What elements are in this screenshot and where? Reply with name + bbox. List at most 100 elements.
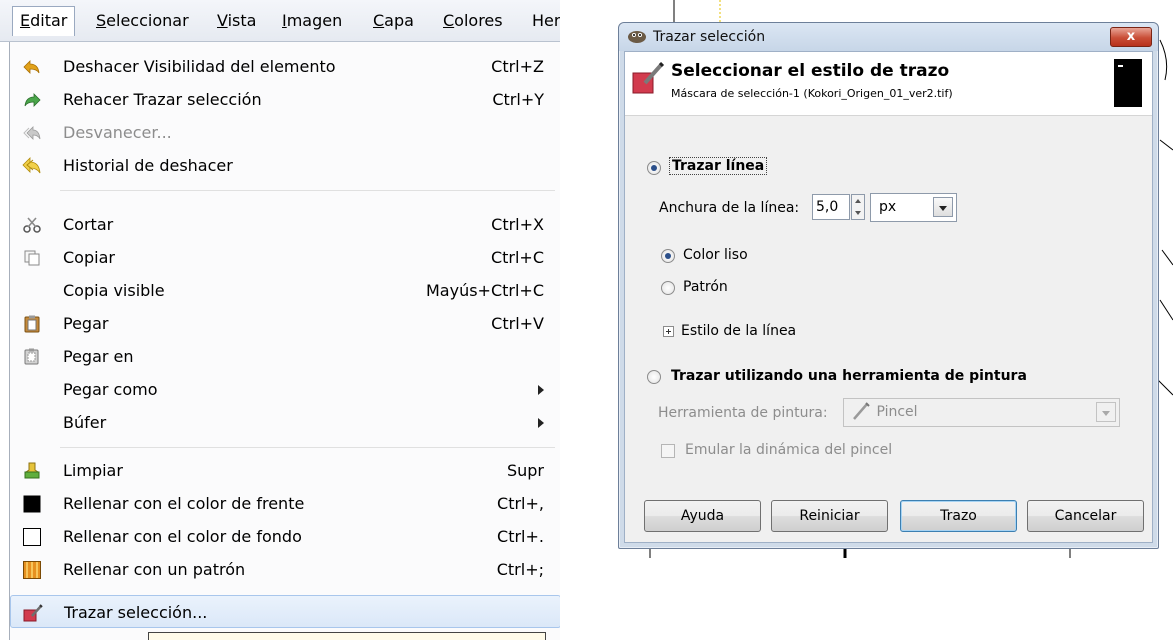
emulate-dynamics-checkbox[interactable] <box>661 444 675 458</box>
menu-item-label: Limpiar <box>63 461 123 480</box>
menu-capa[interactable]: Capa <box>366 6 421 36</box>
menu-item-stroke-selection[interactable]: Trazar selección... <box>10 595 560 628</box>
menu-item-shortcut: Ctrl+X <box>491 215 544 234</box>
line-width-label: Anchura de la línea: <box>659 200 800 216</box>
stroke-button[interactable]: Trazo <box>900 500 1017 532</box>
expand-icon[interactable] <box>663 326 674 337</box>
stepper-down-icon[interactable] <box>855 211 861 215</box>
menu-item-shortcut: Ctrl+C <box>490 248 544 267</box>
menu-seleccionar[interactable]: Seleccionar <box>89 6 196 36</box>
line-width-input[interactable]: 5,0 <box>812 194 850 220</box>
menu-item-shortcut: Ctrl+; <box>496 560 544 579</box>
menu-vista[interactable]: Vista <box>210 6 263 36</box>
line-width-stepper[interactable] <box>851 194 865 220</box>
menu-item-label: Desvanecer... <box>63 123 172 142</box>
fade-icon <box>22 123 42 143</box>
pattern-label[interactable]: Patrón <box>683 279 728 295</box>
header-subtitle: Máscara de selección-1 (Kokori_Origen_01… <box>671 87 953 100</box>
menu-item-label: Rehacer Trazar selección <box>63 90 262 109</box>
selection-preview-thumbnail <box>1114 59 1142 107</box>
menu-item-cut[interactable]: Cortar Ctrl+X <box>10 208 560 241</box>
unit-value: px <box>879 199 897 215</box>
dialog-title: Trazar selección <box>653 29 766 45</box>
submenu-arrow-icon <box>538 418 544 428</box>
gimp-icon <box>627 28 647 48</box>
edit-menu-screenshot: Editar Seleccionar Vista Imagen Capa Col… <box>0 0 560 640</box>
unit-select[interactable]: px <box>870 193 957 222</box>
menu-item-label: Pegar <box>63 314 109 333</box>
paint-tool-select[interactable]: Pincel <box>843 398 1120 427</box>
menu-item-paste-as[interactable]: Pegar como <box>10 373 560 406</box>
edit-dropdown: Deshacer Visibilidad del elemento Ctrl+Z… <box>9 42 560 640</box>
reset-button[interactable]: Reiniciar <box>771 500 888 532</box>
paint-tool-label: Herramienta de pintura: <box>658 405 828 421</box>
submenu-arrow-icon <box>538 385 544 395</box>
undo-icon <box>22 57 42 77</box>
menu-item-clear[interactable]: Limpiar Supr <box>10 454 560 487</box>
stroke-line-label[interactable]: Trazar línea <box>669 157 768 175</box>
menu-item-fill-pattern[interactable]: Rellenar con un patrón Ctrl+; <box>10 553 560 586</box>
menu-item-label: Historial de deshacer <box>63 156 233 175</box>
close-icon: x <box>1126 29 1136 44</box>
fill-fg-icon <box>22 494 42 514</box>
paint-tool-stroke-label[interactable]: Trazar utilizando una herramienta de pin… <box>671 368 1027 384</box>
chevron-down-icon[interactable] <box>933 197 953 217</box>
menu-separator <box>60 190 555 191</box>
dialog-titlebar[interactable]: Trazar selección x <box>619 23 1158 51</box>
menu-item-fade[interactable]: Desvanecer... <box>10 116 560 149</box>
cancel-button[interactable]: Cancelar <box>1027 500 1144 532</box>
paint-tool-value: Pincel <box>876 404 918 420</box>
menu-item-paste-into[interactable]: Pegar en <box>10 340 560 373</box>
menu-item-copy[interactable]: Copiar Ctrl+C <box>10 241 560 274</box>
menu-item-shortcut: Ctrl+Y <box>492 90 544 109</box>
dialog-header: Seleccionar el estilo de trazo Máscara d… <box>625 52 1152 116</box>
menu-item-redo[interactable]: Rehacer Trazar selección Ctrl+Y <box>10 83 560 116</box>
pattern-radio[interactable] <box>661 281 675 295</box>
scissors-icon <box>22 215 42 235</box>
menu-item-label: Copiar <box>63 248 115 267</box>
menu-item-shortcut: Supr <box>506 461 544 480</box>
menu-item-shortcut: Mayús+Ctrl+C <box>425 281 544 300</box>
help-button[interactable]: Ayuda <box>644 500 761 532</box>
solid-color-radio[interactable] <box>661 249 675 263</box>
menu-item-label: Rellenar con el color de fondo <box>63 527 302 546</box>
emulate-dynamics-label[interactable]: Emular la dinámica del pincel <box>685 442 892 458</box>
menu-item-label: Pegar como <box>63 380 158 399</box>
undo-history-icon <box>22 156 42 176</box>
header-title: Seleccionar el estilo de trazo <box>671 61 950 81</box>
menu-item-label: Deshacer Visibilidad del elemento <box>63 57 336 76</box>
menu-item-label: Rellenar con el color de frente <box>63 494 305 513</box>
menu-item-fill-fg[interactable]: Rellenar con el color de frente Ctrl+, <box>10 487 560 520</box>
dialog-body: Seleccionar el estilo de trazo Máscara d… <box>624 51 1153 543</box>
stroke-line-radio[interactable] <box>647 161 661 175</box>
menu-item-label: Rellenar con un patrón <box>63 560 246 579</box>
solid-color-label[interactable]: Color liso <box>683 247 748 263</box>
menu-item-label: Pegar en <box>63 347 134 366</box>
menu-item-label: Cortar <box>63 215 114 234</box>
line-style-expander[interactable]: Estilo de la línea <box>681 323 796 339</box>
menu-item-fill-bg[interactable]: Rellenar con el color de fondo Ctrl+. <box>10 520 560 553</box>
menu-item-undo[interactable]: Deshacer Visibilidad del elemento Ctrl+Z <box>10 50 560 83</box>
stepper-up-icon[interactable] <box>855 199 861 203</box>
stroke-selection-icon <box>23 603 43 623</box>
menu-editar[interactable]: Editar <box>12 6 76 36</box>
menu-item-buffer[interactable]: Búfer <box>10 406 560 439</box>
menu-colores[interactable]: Colores <box>436 6 510 36</box>
brush-icon <box>852 402 872 429</box>
menu-item-label: Trazar selección... <box>64 603 208 622</box>
menu-item-copy-visible[interactable]: Copia visible Mayús+Ctrl+C <box>10 274 560 307</box>
menu-item-undo-history[interactable]: Historial de deshacer <box>10 149 560 182</box>
paint-tool-radio[interactable] <box>647 370 661 384</box>
menu-herramientas[interactable]: Herra <box>525 6 560 36</box>
menu-item-label: Búfer <box>63 413 107 432</box>
paste-into-icon <box>22 347 42 367</box>
menu-item-paste[interactable]: Pegar Ctrl+V <box>10 307 560 340</box>
fill-pattern-icon <box>22 560 42 580</box>
menu-imagen[interactable]: Imagen <box>275 6 349 36</box>
close-button[interactable]: x <box>1110 27 1152 47</box>
redo-icon <box>22 90 42 110</box>
clear-icon <box>22 461 42 481</box>
menu-item-shortcut: Ctrl+. <box>497 527 544 546</box>
fill-bg-icon <box>22 527 42 547</box>
chevron-down-icon[interactable] <box>1096 402 1116 422</box>
